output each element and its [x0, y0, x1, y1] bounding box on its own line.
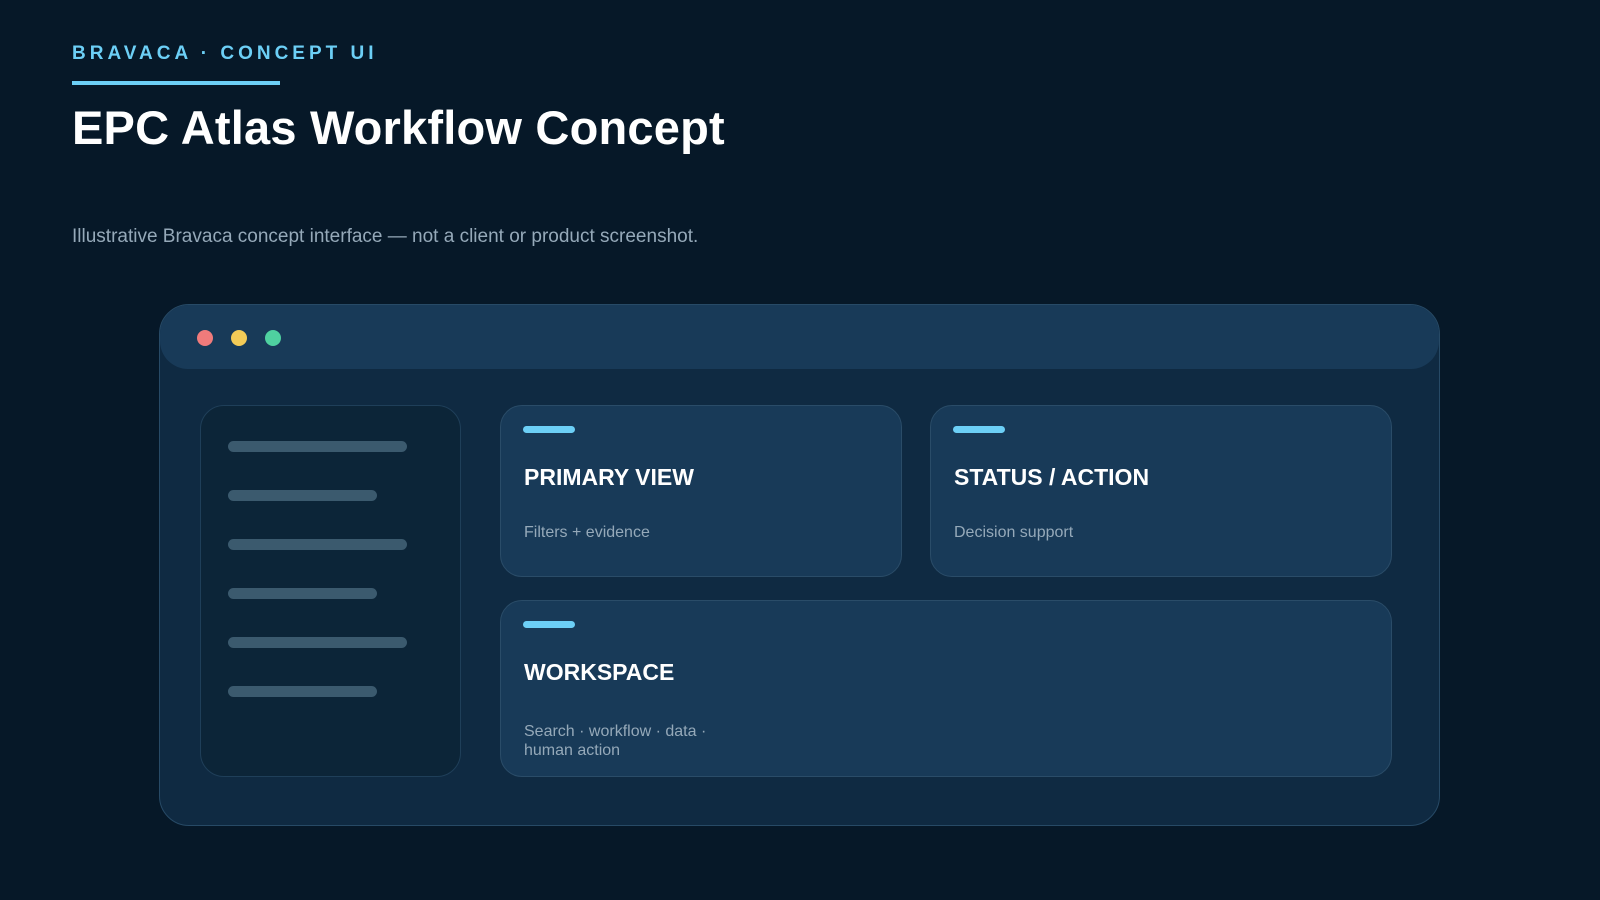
window-maximize-button[interactable]	[265, 330, 281, 346]
eyebrow-underline	[72, 81, 280, 85]
card-heading: WORKSPACE	[524, 659, 675, 685]
sidebar-item-placeholder[interactable]	[228, 686, 377, 697]
window-minimize-button[interactable]	[231, 330, 247, 346]
page-subtitle: Illustrative Bravaca concept interface —…	[72, 226, 699, 247]
app-window: PRIMARY VIEW Filters + evidence STATUS /…	[159, 304, 1440, 826]
card-caption: Decision support	[954, 524, 1074, 541]
card-heading: PRIMARY VIEW	[524, 464, 694, 490]
sidebar-item-placeholder[interactable]	[228, 588, 377, 599]
card-accent-bar	[953, 426, 1005, 433]
sidebar-item-placeholder[interactable]	[228, 490, 377, 501]
card-caption: Search · workflow · data · human action	[524, 723, 707, 759]
workspace-card[interactable]: WORKSPACE Search · workflow · data · hum…	[500, 600, 1392, 777]
window-close-button[interactable]	[197, 330, 213, 346]
sidebar-item-placeholder[interactable]	[228, 637, 407, 648]
eyebrow-label: BRAVACA · CONCEPT UI	[72, 43, 378, 64]
status-action-card[interactable]: STATUS / ACTION Decision support	[930, 405, 1392, 577]
card-accent-bar	[523, 426, 575, 433]
sidebar	[200, 405, 461, 777]
sidebar-item-placeholder[interactable]	[228, 539, 407, 550]
card-heading: STATUS / ACTION	[954, 464, 1150, 490]
card-accent-bar	[523, 621, 575, 628]
primary-view-card[interactable]: PRIMARY VIEW Filters + evidence	[500, 405, 902, 577]
page-title: EPC Atlas Workflow Concept	[72, 101, 725, 154]
window-titlebar	[160, 305, 1439, 369]
card-caption: Filters + evidence	[524, 524, 650, 541]
sidebar-item-placeholder[interactable]	[228, 441, 407, 452]
page: BRAVACA · CONCEPT UI EPC Atlas Workflow …	[0, 0, 1600, 900]
